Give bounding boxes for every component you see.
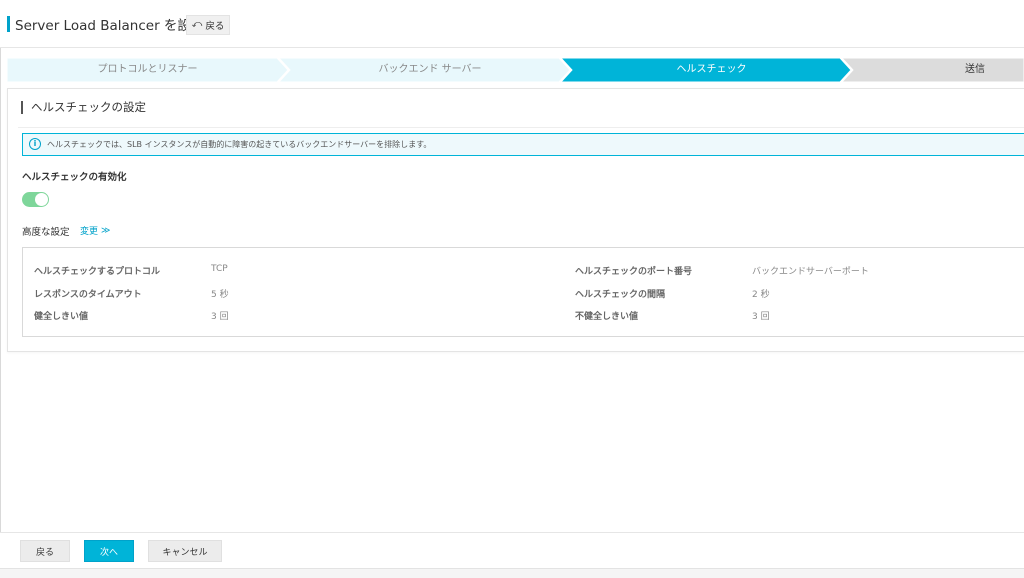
- setting-key-unhealthy-threshold: 不健全しきい値: [575, 312, 639, 322]
- wizard-steps: プロトコルとリスナー バックエンド サーバー ヘルスチェック 送信: [7, 58, 1024, 82]
- header-back-label: 戻る: [205, 21, 225, 32]
- step-health-check[interactable]: ヘルスチェック: [572, 58, 851, 82]
- setting-value-protocol: TCP: [211, 264, 228, 274]
- cancel-button[interactable]: キャンセル: [148, 540, 222, 562]
- setting-key-port: ヘルスチェックのポート番号: [575, 267, 693, 277]
- step-protocol-listener[interactable]: プロトコルとリスナー: [7, 58, 288, 82]
- setting-value-timeout: 5 秒: [211, 290, 229, 300]
- header-back-button[interactable]: ⤺ 戻る: [186, 15, 230, 35]
- footer-bottom-strip: [0, 568, 1024, 578]
- health-check-card: ヘルスチェックの設定 i ヘルスチェックでは、SLB インスタンスが自動的に障害…: [7, 88, 1024, 352]
- advanced-change-text: 変更: [80, 227, 99, 237]
- advanced-settings-label: 高度な設定: [22, 227, 70, 238]
- setting-value-port: バックエンドサーバーポート: [752, 267, 869, 277]
- setting-value-healthy-threshold: 3 回: [211, 312, 229, 322]
- page-title: Server Load Balancer を設定: [15, 18, 205, 34]
- advanced-settings-box: ヘルスチェックするプロトコル TCP レスポンスのタイムアウト 5 秒 健全しき…: [22, 247, 1024, 337]
- step-submit[interactable]: 送信: [853, 58, 1024, 82]
- setting-value-unhealthy-threshold: 3 回: [752, 312, 770, 322]
- setting-key-timeout: レスポンスのタイムアウト: [34, 290, 142, 300]
- next-button[interactable]: 次へ: [84, 540, 134, 562]
- setting-key-healthy-threshold: 健全しきい値: [34, 312, 89, 322]
- card-divider: [18, 127, 1024, 128]
- info-icon: i: [29, 138, 41, 150]
- undo-icon: ⤺: [191, 19, 203, 30]
- title-accent-bar: [7, 16, 10, 32]
- card-title: ヘルスチェックの設定: [21, 101, 146, 114]
- page-header: Server Load Balancer を設定 ⤺ 戻る: [0, 0, 1024, 48]
- setting-value-interval: 2 秒: [752, 290, 770, 300]
- toggle-knob: [35, 193, 48, 206]
- back-button[interactable]: 戻る: [20, 540, 70, 562]
- chevron-double-down-icon: ≫: [101, 225, 111, 236]
- info-text: ヘルスチェックでは、SLB インスタンスが自動的に障害の起きているバックエンドサ…: [47, 140, 432, 149]
- enable-health-check-label: ヘルスチェックの有効化: [22, 172, 127, 183]
- info-banner: i ヘルスチェックでは、SLB インスタンスが自動的に障害の起きているバックエン…: [22, 133, 1024, 156]
- advanced-settings-change-link[interactable]: 変更 ≫: [80, 224, 111, 238]
- enable-health-check-toggle[interactable]: [22, 192, 49, 207]
- setting-key-protocol: ヘルスチェックするプロトコル: [34, 267, 161, 277]
- step-backend-server[interactable]: バックエンド サーバー: [290, 58, 570, 82]
- setting-key-interval: ヘルスチェックの間隔: [575, 290, 666, 300]
